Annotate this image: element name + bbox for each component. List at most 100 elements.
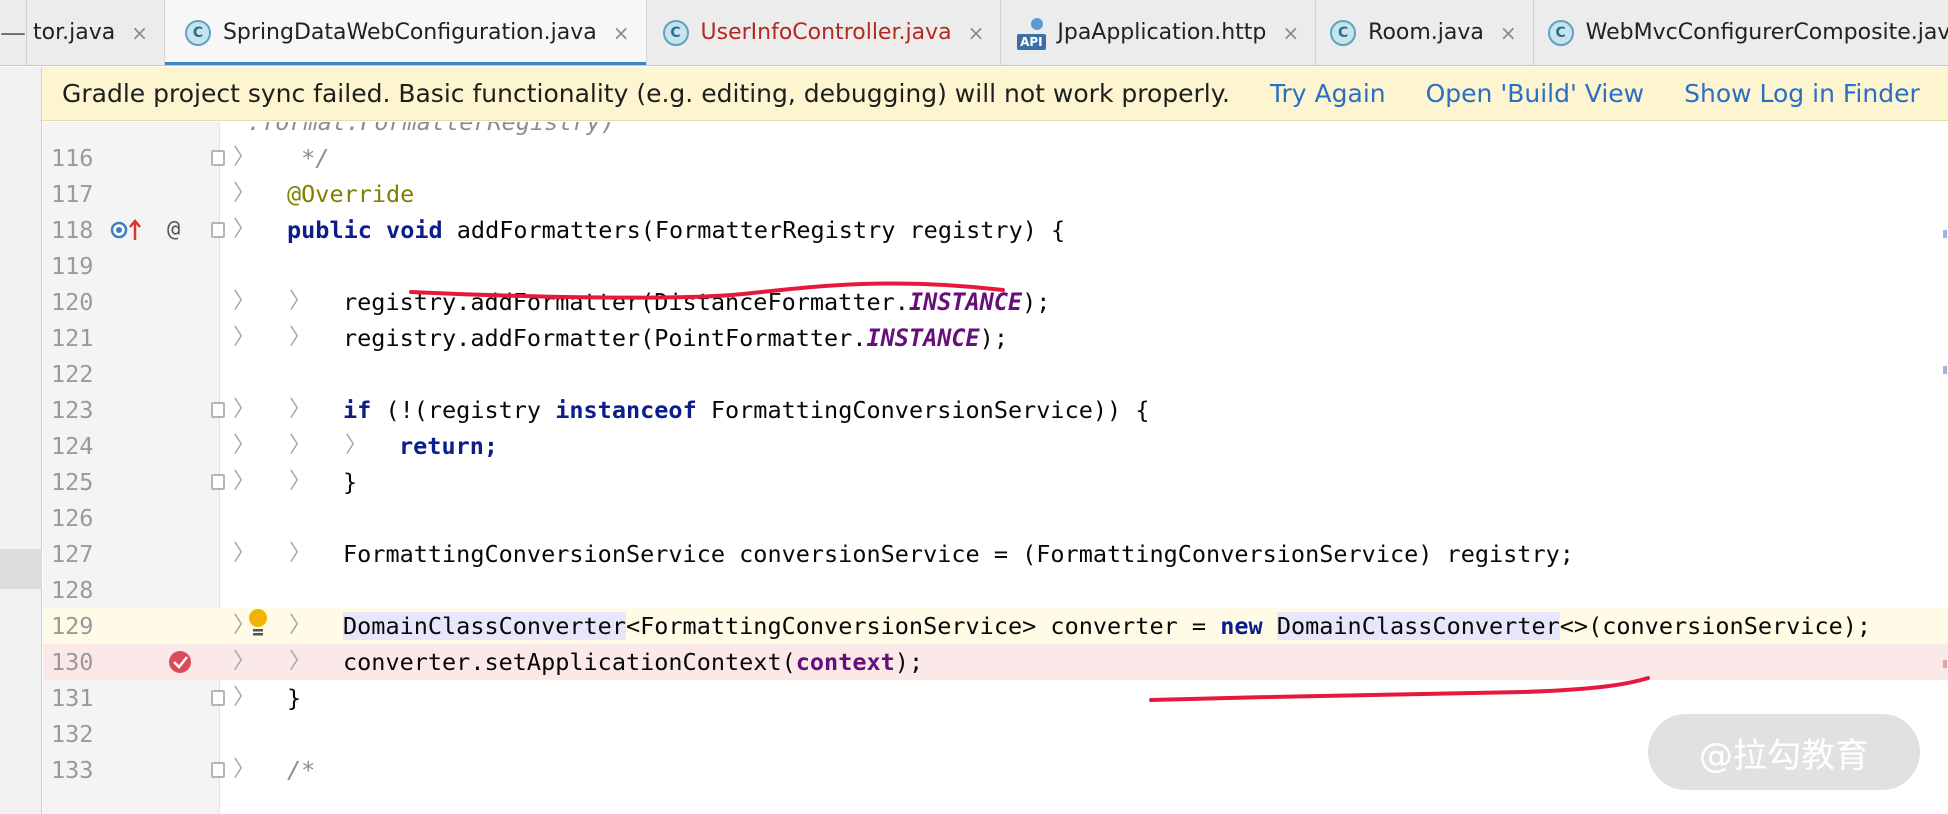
line-number: 130 — [51, 648, 94, 676]
tab-label: UserInfoController.java — [700, 20, 952, 45]
indent-guide-icon: 〉 — [233, 433, 256, 458]
code-line: 120 〉 〉 registry.addFormatter(DistanceFo… — [43, 284, 1948, 320]
fold-marker-icon[interactable] — [211, 150, 225, 166]
tab-room-java[interactable]: C Room.java × — [1316, 0, 1534, 65]
gradle-sync-notification: Gradle project sync failed. Basic functi… — [42, 67, 1948, 121]
class-icon: C — [1547, 19, 1574, 46]
close-icon[interactable]: × — [1282, 21, 1299, 45]
code-text: FormattingConversionService conversionSe… — [343, 540, 1574, 568]
class-icon: C — [184, 19, 211, 46]
line-number: 124 — [51, 432, 94, 460]
overrides-method-icon[interactable] — [109, 212, 145, 248]
line-number: 131 — [51, 684, 94, 712]
line-number: 126 — [51, 504, 94, 532]
code-text: if (!(registry instanceof FormattingConv… — [343, 396, 1150, 424]
code-line: 119 — [43, 248, 1948, 284]
code-line: .format.FormatterRegistry) — [43, 122, 1948, 140]
fold-marker-icon[interactable] — [211, 762, 225, 778]
code-line: 117 〉 @Override — [43, 176, 1948, 212]
fold-marker-icon[interactable] — [211, 690, 225, 706]
annotation-marker-icon[interactable]: @ — [167, 212, 180, 248]
indent-guide-icon: 〉 — [233, 325, 256, 350]
code-text: */ — [287, 144, 330, 172]
code-text: converter.setApplicationContext(context)… — [343, 648, 924, 676]
class-icon: C — [1330, 19, 1357, 46]
code-line: 122 — [43, 356, 1948, 392]
code-line-current: 129 〉 〉 DomainClassConverter<FormattingC… — [43, 608, 1948, 644]
breakpoint-icon[interactable] — [167, 644, 193, 680]
indent-guide-icon: 〉 — [233, 685, 256, 710]
indent-guide-icon: 〉 — [233, 541, 256, 566]
line-number: 125 — [51, 468, 94, 496]
notification-message: Gradle project sync failed. Basic functi… — [62, 79, 1230, 108]
indent-guide-icon: 〉 — [289, 613, 312, 638]
line-number: 118 — [51, 216, 94, 244]
indent-guide-icon: 〉 — [233, 217, 256, 242]
fold-marker-icon[interactable] — [211, 402, 225, 418]
code-text: .format.FormatterRegistry) — [247, 122, 615, 136]
indent-guide-icon: 〉 — [289, 649, 312, 674]
line-number: 122 — [51, 360, 94, 388]
code-line: 131 〉 } — [43, 680, 1948, 716]
tab-userinfocontroller[interactable]: C UserInfoController.java × — [647, 0, 1002, 65]
tab-tor-java[interactable]: tor.java × — [27, 0, 165, 65]
code-text: DomainClassConverter<FormattingConversio… — [343, 612, 1872, 640]
tab-label: SpringDataWebConfiguration.java — [222, 20, 597, 45]
class-icon: C — [662, 19, 689, 46]
tab-jpaapplication-http[interactable]: API JpaApplication.http × — [1001, 0, 1317, 65]
fold-marker-icon[interactable] — [211, 222, 225, 238]
code-text: registry.addFormatter(DistanceFormatter.… — [343, 288, 1051, 316]
close-icon[interactable]: × — [1500, 21, 1517, 45]
tab-webmvcconfigurercomposite[interactable]: C WebMvcConfigurerComposite.java × — [1534, 0, 1948, 65]
close-icon[interactable]: × — [131, 21, 148, 45]
line-number: 127 — [51, 540, 94, 568]
tab-label: Room.java — [1368, 20, 1484, 45]
tab-springdatawebconfiguration[interactable]: C SpringDataWebConfiguration.java × — [164, 0, 647, 65]
watermark-logo: @拉勾教育 — [1648, 714, 1920, 790]
indent-guide-icon: 〉 — [233, 613, 256, 638]
code-line: 128 — [43, 572, 1948, 608]
code-line-breakpoint: 130 〉 〉 converter.setApplicationContext(… — [43, 644, 1948, 680]
close-icon[interactable]: × — [968, 21, 985, 45]
tab-scroll-left-icon[interactable]: — — [0, 0, 27, 65]
editor-tab-bar: — tor.java × C SpringDataWebConfiguratio… — [0, 0, 1948, 66]
code-line: 124 〉 〉 〉 return; — [43, 428, 1948, 464]
line-number: 121 — [51, 324, 94, 352]
tool-window-marker[interactable] — [0, 549, 42, 589]
indent-guide-icon: 〉 — [345, 433, 368, 458]
indent-guide-icon: 〉 — [233, 649, 256, 674]
indent-guide-icon: 〉 — [289, 433, 312, 458]
indent-guide-icon: 〉 — [233, 757, 256, 782]
code-line: 126 — [43, 500, 1948, 536]
indent-guide-icon: 〉 — [233, 397, 256, 422]
line-number: 133 — [51, 756, 94, 784]
tab-label: WebMvcConfigurerComposite.java — [1585, 20, 1948, 45]
indent-guide-icon: 〉 — [289, 541, 312, 566]
code-text: } — [343, 468, 358, 496]
code-text: registry.addFormatter(PointFormatter.INS… — [343, 324, 1008, 352]
tab-label: tor.java — [33, 20, 116, 45]
line-number: 128 — [51, 576, 94, 604]
line-number: 129 — [51, 612, 94, 640]
indent-guide-icon: 〉 — [233, 469, 256, 494]
tab-label: JpaApplication.http — [1057, 20, 1267, 45]
line-number: 119 — [51, 252, 94, 280]
try-again-link[interactable]: Try Again — [1270, 79, 1386, 108]
code-line: 121 〉 〉 registry.addFormatter(PointForma… — [43, 320, 1948, 356]
code-text: @Override — [287, 180, 415, 208]
line-number: 116 — [51, 144, 94, 172]
code-editor[interactable]: .format.FormatterRegistry) 116 〉 */ 117 … — [43, 122, 1948, 814]
code-text: /* — [287, 756, 316, 784]
indent-guide-icon: 〉 — [289, 397, 312, 422]
code-text: return; — [399, 432, 499, 460]
indent-guide-icon: 〉 — [233, 181, 256, 206]
indent-guide-icon: 〉 — [233, 145, 256, 170]
code-line: 127 〉 〉 FormattingConversionService conv… — [43, 536, 1948, 572]
close-icon[interactable]: × — [613, 21, 630, 45]
show-log-in-finder-link[interactable]: Show Log in Finder — [1684, 79, 1920, 108]
line-number: 132 — [51, 720, 94, 748]
indent-guide-icon: 〉 — [289, 325, 312, 350]
code-line: 123 〉 〉 if (!(registry instanceof Format… — [43, 392, 1948, 428]
fold-marker-icon[interactable] — [211, 474, 225, 490]
open-build-view-link[interactable]: Open 'Build' View — [1426, 79, 1645, 108]
